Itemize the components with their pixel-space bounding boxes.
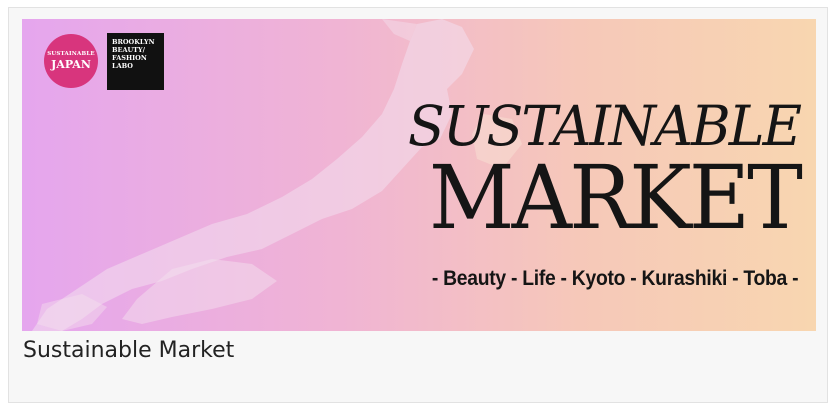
logo-line2: JAPAN	[51, 58, 91, 72]
sustainable-japan-logo: SUSTAINABLE JAPAN	[44, 34, 98, 88]
logo-line1: SUSTAINABLE	[47, 50, 95, 57]
brooklyn-beauty-fashion-labo-logo: BROOKLYN BEAUTY/ FASHION LABO	[107, 33, 164, 90]
banner-headline: SUSTAINABLE MARKET	[340, 98, 803, 249]
event-banner-image[interactable]: SUSTAINABLE JAPAN BROOKLYN BEAUTY/ FASHI…	[22, 19, 816, 331]
banner-tagline: - Beauty - Life - Kyoto - Kurashiki - To…	[431, 267, 799, 290]
card-title-link[interactable]: Sustainable Market	[23, 338, 234, 363]
headline-line2: MARKET	[428, 146, 803, 249]
event-card[interactable]: SUSTAINABLE JAPAN BROOKLYN BEAUTY/ FASHI…	[8, 7, 828, 403]
